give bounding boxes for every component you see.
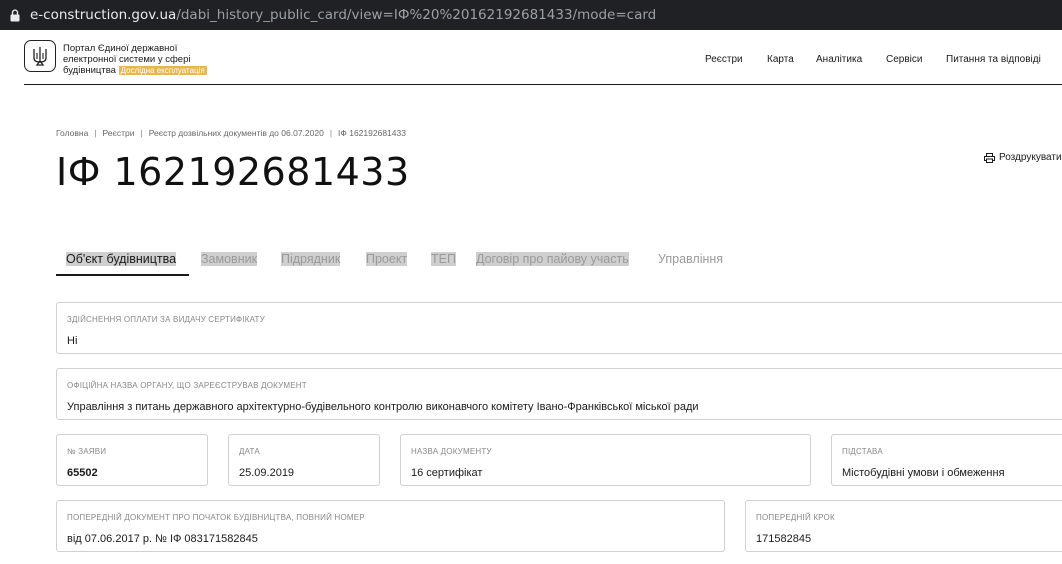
portal-name[interactable]: Портал Єдиної державної електронної сист…	[63, 43, 223, 76]
field-value: Ні	[67, 335, 78, 347]
nav-item-analytics[interactable]: Аналітика	[816, 54, 862, 65]
portal-line-1: Портал Єдиної державної	[63, 43, 178, 54]
field-previous-document: Попередній документ про початок будівниц…	[56, 500, 725, 552]
nav-item-map[interactable]: Карта	[767, 54, 794, 65]
field-value: 171582845	[756, 533, 812, 545]
header-divider	[24, 84, 1062, 85]
breadcrumb-separator: |	[140, 128, 143, 138]
url-domain: e-construction.gov.ua	[30, 7, 177, 23]
portal-line-3: будівництва	[63, 65, 116, 76]
tab-project[interactable]: Проект	[366, 248, 408, 276]
field-authority: Офіційна назва органу, що зареєстрував д…	[56, 368, 1062, 420]
field-label: Офіційна назва органу, що зареєстрував д…	[67, 381, 307, 390]
lock-icon	[10, 8, 20, 22]
field-value: Управління з питань державного архітекту…	[67, 401, 699, 413]
field-label: № заяви	[67, 447, 107, 456]
tab-tep[interactable]: ТЕП	[431, 248, 456, 276]
tab-label: ТЕП	[431, 252, 456, 266]
printer-icon	[984, 152, 995, 163]
tab-customer[interactable]: Замовник	[201, 248, 258, 276]
tab-management[interactable]: Управління	[658, 248, 723, 276]
breadcrumb-separator: |	[329, 128, 333, 138]
url-path: /dabi_history_public_card/view=ІФ%20%201…	[176, 7, 657, 23]
portal-line-2: електронної системи у сфері	[63, 54, 191, 65]
tab-construction-object[interactable]: Об'єкт будівництва	[56, 248, 189, 276]
nav-item-faq[interactable]: Питання та відповіді	[946, 54, 1041, 65]
breadcrumb-registries[interactable]: Реєстри	[103, 128, 135, 138]
beta-badge: Дослідна експлуатація	[118, 66, 207, 75]
breadcrumb-separator: |	[94, 128, 97, 138]
nav-item-registries[interactable]: Реєстри	[705, 54, 743, 65]
field-basis: Підстава Містобудівні умови і обмеження	[831, 434, 1062, 486]
breadcrumb-registry[interactable]: Реєстр дозвільних документів до 06.07.20…	[149, 128, 324, 138]
field-value: 16 сертифікат	[411, 467, 483, 479]
tab-label: Проект	[366, 252, 408, 266]
field-document-name: Назва документу 16 сертифікат	[400, 434, 811, 486]
browser-address-bar[interactable]: e-construction.gov.ua/dabi_history_publi…	[0, 0, 1062, 30]
nav-item-services[interactable]: Сервіси	[886, 54, 922, 65]
field-previous-step: Попередній крок 171582845	[745, 500, 1062, 552]
breadcrumb-home[interactable]: Головна	[56, 128, 88, 138]
tab-contractor[interactable]: Підрядник	[281, 248, 341, 276]
field-application-number: № заяви 65502	[56, 434, 208, 486]
page-title: ІФ 162192681433	[56, 150, 410, 194]
trident-logo-icon[interactable]	[24, 40, 56, 72]
field-label: Попередній документ про початок будівниц…	[67, 513, 365, 522]
breadcrumb: Головна | Реєстри | Реєстр дозвільних до…	[56, 128, 406, 138]
field-value: 25.09.2019	[239, 467, 295, 479]
field-payment: Здійснення оплати за видачу сертифікату …	[56, 302, 1062, 354]
field-label: Попередній крок	[756, 513, 835, 522]
field-value: Містобудівні умови і обмеження	[842, 467, 1005, 479]
tab-label: Управління	[658, 252, 724, 266]
site-header: Портал Єдиної державної електронної сист…	[0, 30, 1062, 85]
field-value: від 07.06.2017 р. № ІФ 083171582845	[67, 533, 258, 545]
tab-label: Договір про пайову участь	[476, 252, 629, 266]
tab-label: Підрядник	[281, 252, 341, 266]
tab-label: Об'єкт будівництва	[66, 252, 177, 266]
print-label: Роздрукувати	[999, 152, 1062, 163]
print-button[interactable]: Роздрукувати	[984, 152, 1062, 163]
field-label: Назва документу	[411, 447, 492, 456]
tab-label: Замовник	[201, 252, 258, 266]
field-date: Дата 25.09.2019	[228, 434, 380, 486]
field-label: Здійснення оплати за видачу сертифікату	[67, 315, 265, 324]
tab-equity-agreement[interactable]: Договір про пайову участь	[476, 248, 629, 276]
field-label: Дата	[239, 447, 260, 456]
field-label: Підстава	[842, 447, 883, 456]
field-value: 65502	[67, 467, 98, 479]
breadcrumb-current: ІФ 162192681433	[338, 128, 406, 138]
